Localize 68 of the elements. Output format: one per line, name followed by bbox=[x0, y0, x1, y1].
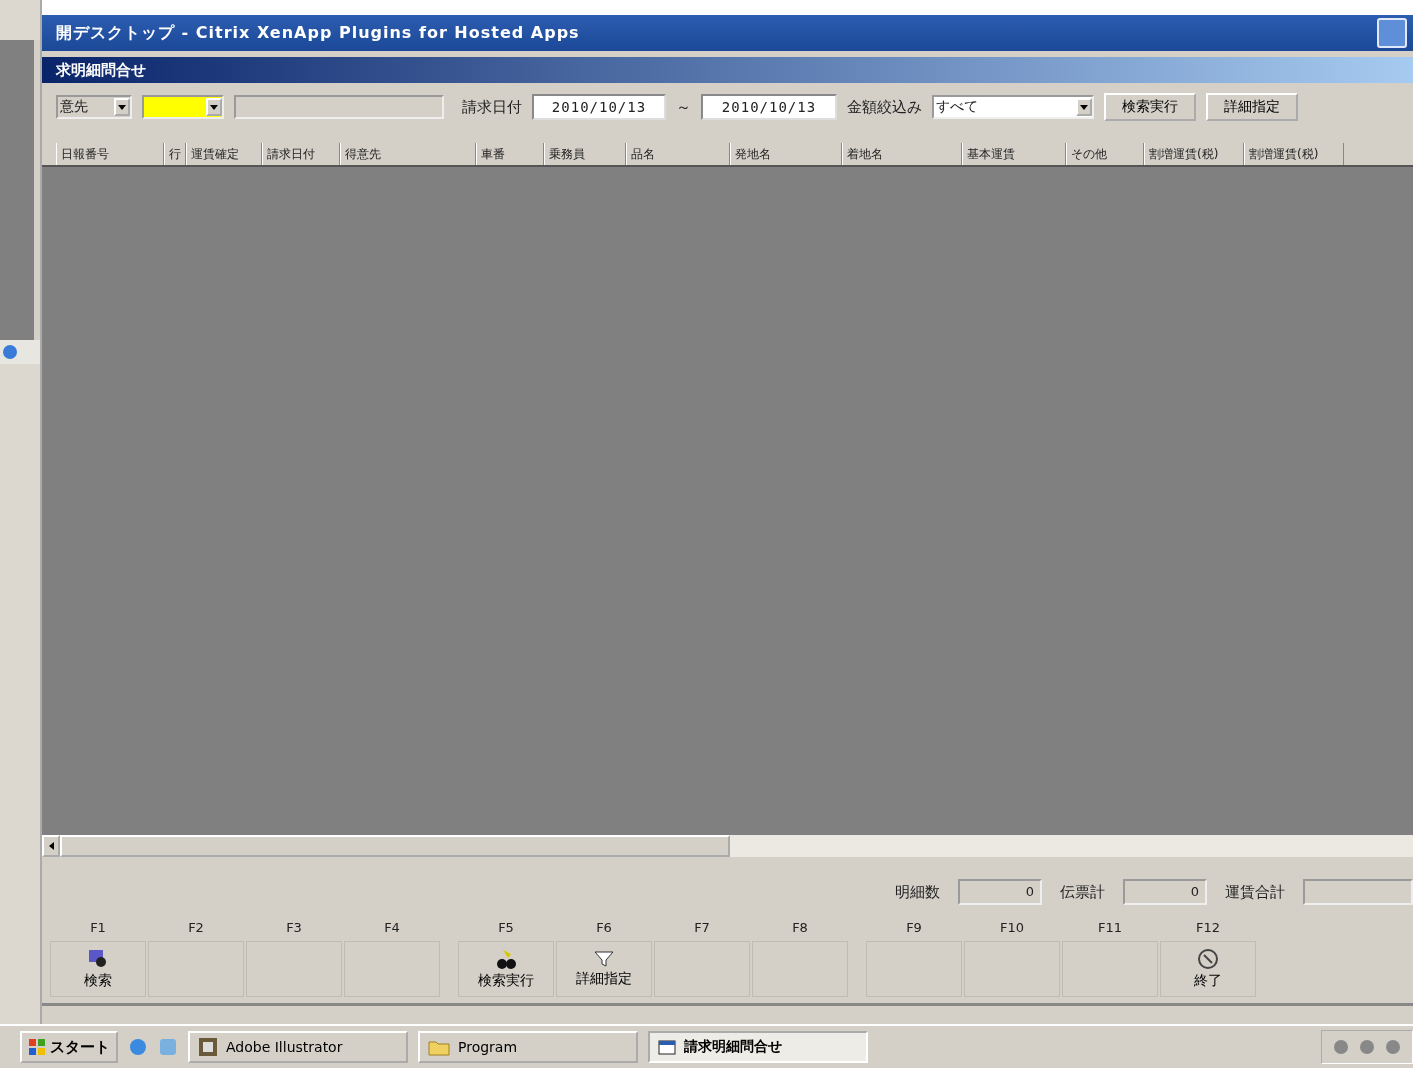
function-key-label: F12 bbox=[1196, 919, 1220, 937]
restore-button[interactable] bbox=[1377, 18, 1407, 48]
app-icon bbox=[198, 1037, 218, 1057]
customer-dropdown[interactable]: 意先 bbox=[56, 95, 132, 119]
start-button[interactable]: スタート bbox=[20, 1031, 118, 1063]
function-key-label: F1 bbox=[90, 919, 106, 937]
column-header[interactable]: 請求日付 bbox=[262, 143, 340, 165]
column-header[interactable]: その他 bbox=[1066, 143, 1144, 165]
column-header[interactable]: 車番 bbox=[476, 143, 544, 165]
date-from-field[interactable]: 2010/10/13 bbox=[532, 94, 666, 120]
column-header[interactable]: 割増運賃(税) bbox=[1244, 143, 1344, 165]
date-label: 請求日付 bbox=[462, 97, 522, 117]
form-title: 求明細問合せ bbox=[42, 57, 1413, 83]
scrollbar-thumb[interactable] bbox=[60, 835, 730, 857]
tray-icon[interactable] bbox=[1384, 1038, 1402, 1056]
column-header[interactable]: 品名 bbox=[626, 143, 730, 165]
function-key-label: F4 bbox=[384, 919, 400, 937]
date-to-field[interactable]: 2010/10/13 bbox=[701, 94, 837, 120]
column-header[interactable]: 乗務員 bbox=[544, 143, 626, 165]
amount-dropdown[interactable]: すべて bbox=[932, 95, 1094, 119]
function-key-label: F7 bbox=[694, 919, 710, 937]
function-key-label: F5 bbox=[498, 919, 514, 937]
customer-name-field[interactable] bbox=[234, 95, 444, 119]
function-key-button[interactable]: 詳細指定 bbox=[556, 941, 652, 997]
total-field: 0 bbox=[1123, 879, 1207, 905]
function-key-label: F3 bbox=[286, 919, 302, 937]
function-key-label: F8 bbox=[792, 919, 808, 937]
window-title: 開デスクトップ - Citrix XenApp Plugins for Hosted Apps bbox=[56, 22, 580, 44]
toolbar-button[interactable]: 詳細指定 bbox=[1206, 93, 1298, 121]
windows-flag-icon bbox=[28, 1038, 46, 1056]
total-label: 運賃合計 bbox=[1225, 882, 1285, 902]
dropdown-arrow-icon bbox=[1080, 104, 1088, 110]
function-key-label: F2 bbox=[188, 919, 204, 937]
dropdown-arrow-icon bbox=[210, 104, 218, 110]
scroll-left-button[interactable] bbox=[42, 835, 60, 857]
circle-exit-icon bbox=[1197, 948, 1219, 970]
amount-filter-label: 金額絞込み bbox=[847, 97, 922, 117]
column-header[interactable]: 基本運賃 bbox=[962, 143, 1066, 165]
tray-icon[interactable] bbox=[1358, 1038, 1376, 1056]
taskbar-button[interactable]: Program bbox=[418, 1031, 638, 1063]
taskbar-button[interactable]: 請求明細問合せ bbox=[648, 1031, 868, 1063]
total-label: 明細数 bbox=[895, 882, 940, 902]
total-field: 0 bbox=[958, 879, 1042, 905]
function-key-label: F10 bbox=[1000, 919, 1024, 937]
column-header[interactable]: 着地名 bbox=[842, 143, 962, 165]
function-key-button[interactable]: 検索 bbox=[50, 941, 146, 997]
tray-icon[interactable] bbox=[1332, 1038, 1350, 1056]
column-header[interactable]: 発地名 bbox=[730, 143, 842, 165]
function-key-label: F11 bbox=[1098, 919, 1122, 937]
function-key-button[interactable]: 終了 bbox=[1160, 941, 1256, 997]
customer-code-dropdown[interactable] bbox=[142, 95, 224, 119]
column-header[interactable]: 得意先 bbox=[340, 143, 476, 165]
function-key-label: F9 bbox=[906, 919, 922, 937]
column-header[interactable]: 行 bbox=[164, 143, 186, 165]
folder-icon bbox=[428, 1038, 450, 1056]
taskbar-button[interactable]: Adobe Illustrator bbox=[188, 1031, 408, 1063]
funnel-icon bbox=[593, 950, 615, 968]
function-key-button[interactable]: 検索実行 bbox=[458, 941, 554, 997]
column-header[interactable]: 日報番号 bbox=[56, 143, 164, 165]
total-label: 伝票計 bbox=[1060, 882, 1105, 902]
column-header[interactable]: 割増運賃(税) bbox=[1144, 143, 1244, 165]
dropdown-arrow-icon bbox=[118, 104, 126, 110]
toolbar-button[interactable]: 検索実行 bbox=[1104, 93, 1196, 121]
window-icon bbox=[658, 1038, 676, 1056]
column-header[interactable]: 運賃確定 bbox=[186, 143, 262, 165]
tilde-text: ～ bbox=[676, 97, 691, 117]
function-key-label: F6 bbox=[596, 919, 612, 937]
left-arrow-icon bbox=[48, 842, 54, 850]
